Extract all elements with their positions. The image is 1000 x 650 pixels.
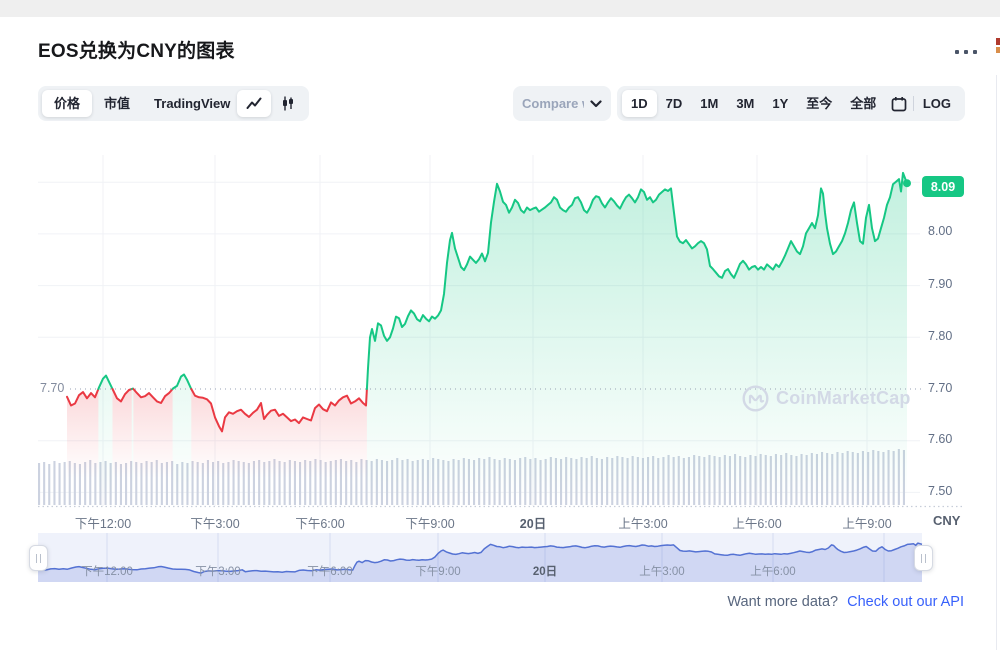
range-3m-button[interactable]: 3M [727,90,763,117]
clipped-edge-icon [996,47,1000,53]
tab-price[interactable]: 价格 [42,90,92,117]
y-axis-label: 8.00 [928,224,952,238]
clipped-edge-icon [996,38,1000,45]
last-price-badge: 8.09 [922,176,964,197]
api-link[interactable]: Check out our API [847,594,964,610]
y-axis-label: 7.70 [928,381,952,395]
x-axis-label: 下午12:00 [75,513,131,532]
more-menu-button[interactable] [951,46,981,58]
chart-mode-tabs: 价格 市值 TradingView [38,86,246,121]
timeline-brush[interactable] [38,533,922,582]
range-1d-button[interactable]: 1D [622,90,657,117]
line-chart-icon-button[interactable] [237,90,271,117]
range-7d-button[interactable]: 7D [657,90,692,117]
price-chart-plot[interactable] [38,150,920,505]
api-promo-text: Want more data? [727,594,838,610]
x-axis-label: 上午3:00 [618,513,667,532]
page-title: EOS兑换为CNY的图表 [38,36,235,63]
time-range-selector: 1D 7D 1M 3M 1Y 至今 全部 LOG [617,86,965,121]
tab-tradingview[interactable]: TradingView [142,90,242,117]
x-axis-label: 下午9:00 [405,513,454,532]
range-all-button[interactable]: 全部 [841,90,885,117]
range-1y-button[interactable]: 1Y [763,90,797,117]
y-axis-label: 7.80 [928,329,952,343]
ellipsis-icon [973,50,977,54]
x-axis-label: 20日 [520,513,546,532]
y-axis-label: 7.50 [928,484,952,498]
candlestick-icon [281,96,295,111]
ellipsis-icon [955,50,959,54]
x-axis-label: 上午9:00 [842,513,891,532]
chart-type-toggle [233,86,309,121]
ellipsis-icon [964,50,968,54]
calendar-icon [891,96,907,112]
x-axis-label: 下午6:00 [295,513,344,532]
api-promo: Want more data? Check out our API [727,594,964,610]
x-axis-label: 下午3:00 [190,513,239,532]
brush-right-handle[interactable] [914,545,933,571]
log-scale-button[interactable]: LOG [914,90,960,117]
x-axis-label: 上午6:00 [732,513,781,532]
page-top-strip [0,0,1000,17]
chevron-down-icon [590,100,602,108]
tab-marketcap[interactable]: 市值 [92,90,142,117]
line-chart-icon [246,97,262,110]
calendar-button[interactable] [885,90,913,117]
y-axis-label: 7.90 [928,277,952,291]
range-ytd-button[interactable]: 至今 [797,90,841,117]
candlestick-icon-button[interactable] [271,90,305,117]
compare-label: Compare w [522,96,584,111]
adjacent-panel-edge [996,75,997,650]
eos-cny-chart-page: EOS兑换为CNY的图表 价格 市值 TradingView Compare w [0,0,1000,650]
range-1m-button[interactable]: 1M [691,90,727,117]
compare-dropdown[interactable]: Compare w [513,86,611,121]
currency-unit-label: CNY [933,513,960,528]
brush-left-handle[interactable] [29,545,48,571]
y-axis-label: 7.60 [928,432,952,446]
